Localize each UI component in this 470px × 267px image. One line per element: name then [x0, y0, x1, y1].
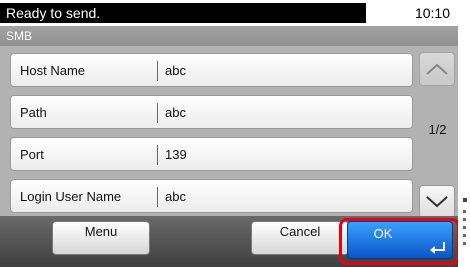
row-divider — [157, 103, 158, 123]
row-divider — [157, 61, 158, 81]
row-port[interactable]: Port 139 — [10, 137, 413, 171]
row-value: abc — [165, 105, 186, 120]
row-host-name[interactable]: Host Name abc — [10, 53, 413, 87]
scroll-down-button[interactable] — [419, 185, 455, 219]
status-bar: Ready to send. 10:10 — [0, 0, 458, 26]
row-login-user-name[interactable]: Login User Name abc — [10, 179, 413, 213]
ok-label: OK — [373, 226, 393, 241]
enter-icon — [430, 242, 445, 254]
row-path[interactable]: Path abc — [10, 95, 413, 129]
row-divider — [157, 187, 158, 207]
scroll-up-button[interactable] — [419, 52, 455, 86]
row-value: abc — [165, 63, 186, 78]
operation-panel: Ready to send. 10:10 SMB Host Name abc P… — [0, 0, 458, 267]
row-label: Login User Name — [20, 189, 122, 204]
side-marks — [463, 198, 467, 245]
bottom-bar: Menu Cancel OK — [0, 216, 458, 267]
scroll-controls: 1/2 — [417, 48, 458, 219]
menu-button[interactable]: Menu — [52, 221, 150, 255]
chevron-down-icon — [426, 196, 448, 208]
settings-list: Host Name abc Path abc Port 139 Login Us… — [0, 46, 458, 216]
status-time: 10:10 — [414, 5, 450, 21]
row-label: Path — [20, 105, 47, 120]
ok-button[interactable]: OK — [347, 221, 453, 259]
row-divider — [157, 145, 158, 165]
status-message: Ready to send. — [0, 3, 366, 23]
chevron-up-icon — [426, 63, 448, 75]
row-value: abc — [165, 189, 186, 204]
screen-title: SMB — [0, 26, 458, 46]
row-value: 139 — [165, 147, 187, 162]
row-label: Host Name — [20, 63, 86, 78]
row-label: Port — [20, 147, 44, 162]
cancel-button[interactable]: Cancel — [251, 221, 349, 255]
page-indicator: 1/2 — [428, 122, 447, 137]
side-decoration — [461, 196, 470, 256]
